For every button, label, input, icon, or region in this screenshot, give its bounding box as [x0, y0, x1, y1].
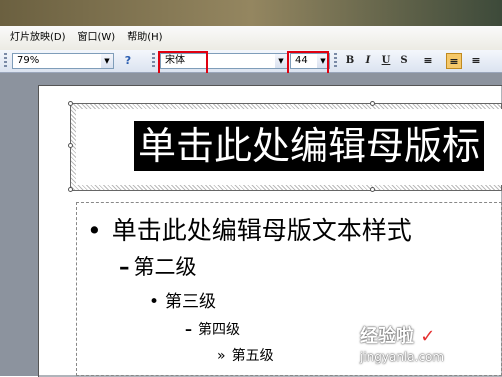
body-level-5-text: 第五级 [231, 348, 274, 364]
menu-bar: 灯片放映(D) 窗口(W) 帮助(H) [0, 26, 502, 50]
menu-help[interactable]: 帮助(H) [121, 28, 168, 48]
italic-button[interactable]: I [360, 53, 376, 69]
title-placeholder-content[interactable]: 单击此处编辑母版标 [76, 109, 502, 185]
body-level-2-text: 第二级 [133, 255, 197, 279]
zoom-select[interactable]: 79% ▼ [12, 53, 114, 69]
toolbar-grip[interactable] [334, 53, 337, 69]
align-right-icon[interactable]: ≡ [468, 53, 484, 69]
font-name-highlight [158, 51, 208, 75]
body-level-1-text: 单击此处编辑母版文本样式 [111, 216, 412, 245]
window-titlebar-strip [0, 0, 502, 26]
body-level-1[interactable]: • 单击此处编辑母版文本样式 [87, 211, 412, 247]
resize-handle[interactable] [68, 101, 73, 106]
underline-button[interactable]: U [378, 53, 394, 69]
bullet-icon: • [149, 292, 160, 312]
menu-window[interactable]: 窗口(W) [72, 28, 122, 48]
bold-button[interactable]: B [342, 53, 358, 69]
bullet-icon: • [87, 216, 102, 245]
resize-handle[interactable] [68, 143, 73, 148]
watermark: 经验啦 ✓ jingyanla.com [360, 322, 444, 364]
resize-handle[interactable] [370, 101, 375, 106]
formatting-toolbar: 79% ▼ ? 宋体 ▼ 44 ▼ B I U S ≡ ≡ ≡ [0, 50, 502, 73]
title-text[interactable]: 单击此处编辑母版标 [134, 121, 485, 171]
check-icon: ✓ [420, 326, 436, 347]
align-center-icon[interactable]: ≡ [446, 53, 462, 69]
chevron-down-icon[interactable]: ▼ [101, 54, 113, 68]
resize-handle[interactable] [370, 187, 375, 192]
chevron-down-icon[interactable]: ▼ [275, 54, 287, 68]
help-icon[interactable]: ? [120, 53, 136, 69]
resize-handle[interactable] [68, 187, 73, 192]
watermark-title: 经验啦 [360, 326, 414, 347]
double-chevron-icon: » [217, 348, 226, 364]
shadow-button[interactable]: S [396, 53, 412, 69]
body-level-4-text: 第四级 [198, 322, 240, 338]
zoom-value: 79% [17, 55, 40, 66]
body-level-4[interactable]: – 第四级 [185, 319, 240, 339]
align-left-icon[interactable]: ≡ [420, 53, 436, 69]
toolbar-grip[interactable] [4, 53, 7, 69]
toolbar-grip[interactable] [152, 53, 155, 69]
dash-icon: – [119, 255, 130, 279]
body-level-2[interactable]: – 第二级 [119, 251, 197, 281]
body-level-5[interactable]: » 第五级 [217, 345, 274, 365]
menu-slideshow[interactable]: 灯片放映(D) [0, 28, 72, 48]
dash-icon: – [185, 322, 192, 338]
body-level-3-text: 第三级 [165, 292, 217, 312]
body-level-3[interactable]: • 第三级 [149, 287, 216, 312]
watermark-url: jingyanla.com [360, 350, 445, 364]
